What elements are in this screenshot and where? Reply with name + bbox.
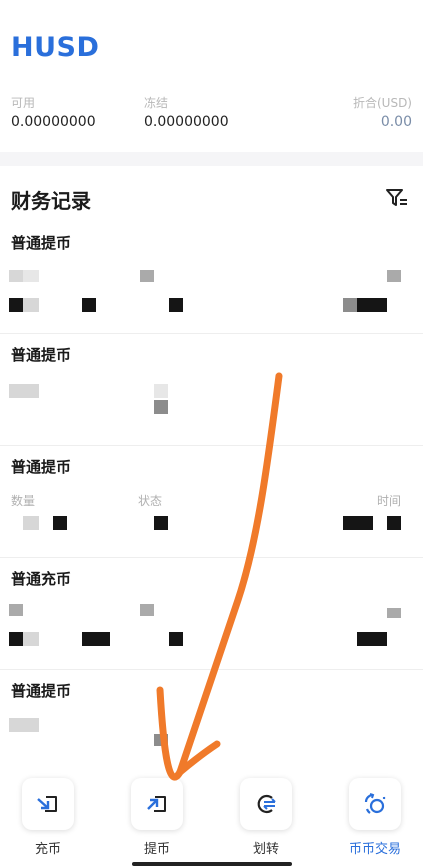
redacted-block [154, 384, 168, 398]
status-label: 状态 [138, 494, 163, 508]
records-title: 财务记录 [11, 189, 91, 213]
redacted-block [357, 298, 387, 312]
record-item[interactable]: 普通充币 [0, 558, 423, 670]
available-value: 0.00000000 [11, 114, 96, 130]
trade-icon [349, 778, 401, 830]
frozen-value: 0.00000000 [144, 114, 229, 130]
record-type: 普通提币 [11, 234, 72, 252]
home-indicator [132, 862, 292, 866]
redacted-block [343, 298, 357, 312]
record-type: 普通提币 [11, 458, 72, 476]
redacted-block [169, 632, 183, 646]
redacted-block [9, 718, 39, 732]
redacted-block [9, 384, 39, 398]
converted-label: 折合(USD) [352, 96, 412, 110]
transfer-button[interactable]: 划转 [235, 778, 297, 864]
redacted-block [9, 298, 23, 312]
bottom-action-dock: 充币 提币 划转 币币交易 [0, 772, 423, 868]
amount-label: 数量 [11, 494, 36, 508]
redacted-block [23, 270, 39, 282]
trade-label: 币币交易 [348, 842, 401, 857]
deposit-icon [22, 778, 74, 830]
redacted-block [140, 604, 154, 616]
redacted-block [23, 632, 39, 646]
coin-symbol: HUSD [11, 32, 100, 63]
redacted-block [387, 516, 401, 530]
redacted-block [53, 516, 67, 530]
redacted-block [169, 298, 183, 312]
redacted-block [154, 400, 168, 414]
frozen-label: 冻结 [144, 96, 169, 110]
redacted-block [82, 632, 110, 646]
redacted-block [9, 604, 23, 616]
deposit-button[interactable]: 充币 [17, 778, 79, 864]
record-item[interactable]: 普通提币 [0, 222, 423, 334]
asset-header: HUSD 可用 0.00000000 冻结 0.00000000 折合(USD)… [0, 0, 423, 152]
withdraw-icon [131, 778, 183, 830]
redacted-block [9, 270, 23, 282]
converted-value: 0.00 [380, 114, 412, 130]
deposit-label: 充币 [34, 842, 61, 857]
transfer-label: 划转 [252, 842, 279, 857]
withdraw-button[interactable]: 提币 [126, 778, 188, 864]
available-label: 可用 [11, 96, 36, 110]
redacted-block [387, 608, 401, 618]
spot-trade-button[interactable]: 币币交易 [344, 778, 406, 864]
redacted-block [154, 516, 168, 530]
redacted-block [154, 734, 168, 746]
record-item[interactable]: 普通提币 [0, 670, 423, 770]
record-type: 普通提币 [11, 682, 72, 700]
redacted-block [23, 516, 39, 530]
redacted-block [343, 516, 373, 530]
time-label: 时间 [376, 494, 401, 508]
redacted-block [387, 270, 401, 282]
redacted-block [23, 298, 39, 312]
transfer-icon [240, 778, 292, 830]
section-gap [0, 152, 423, 166]
redacted-block [82, 298, 96, 312]
record-type: 普通提币 [11, 346, 72, 364]
record-item[interactable]: 普通提币 数量 状态 时间 [0, 446, 423, 558]
record-type: 普通充币 [11, 570, 72, 588]
filter-icon[interactable] [385, 186, 409, 210]
withdraw-label: 提币 [143, 842, 170, 857]
redacted-block [140, 270, 154, 282]
redacted-block [9, 632, 23, 646]
redacted-block [357, 632, 387, 646]
record-item[interactable]: 普通提币 [0, 334, 423, 446]
